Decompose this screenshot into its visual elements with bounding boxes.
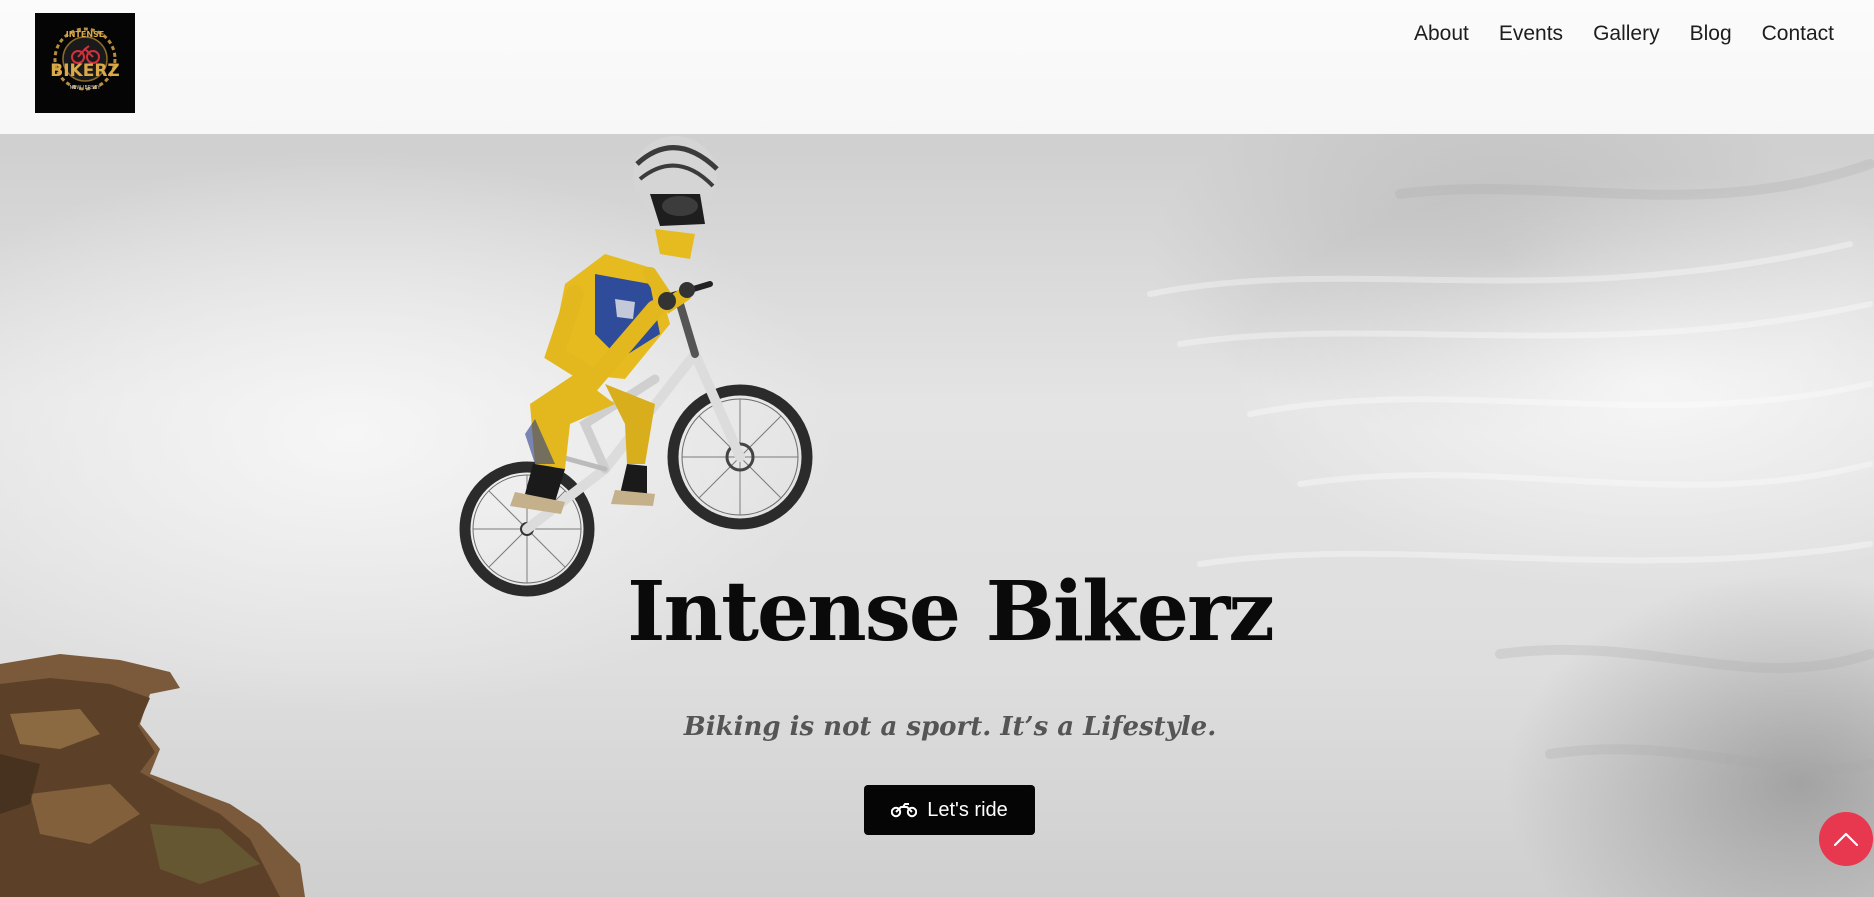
nav-item-blog[interactable]: Blog: [1690, 20, 1732, 48]
page: INTENSE BIKERZ NEW JERSEY About Events G…: [0, 0, 1874, 897]
logo-emblem: INTENSE BIKERZ NEW JERSEY: [50, 27, 120, 91]
logo-text-top: INTENSE: [66, 30, 105, 39]
scroll-to-top-button[interactable]: [1819, 812, 1873, 866]
brand-logo[interactable]: INTENSE BIKERZ NEW JERSEY: [35, 13, 135, 113]
nav-item-about[interactable]: About: [1414, 20, 1469, 48]
hero-tagline: Biking is not a sport. It’s a Lifestyle.: [683, 712, 1217, 742]
lets-ride-button[interactable]: Let's ride: [864, 785, 1035, 835]
logo-text-main: BIKERZ: [50, 61, 120, 81]
hero-title: Intense Bikerz: [627, 564, 1275, 660]
hero-section: Intense Bikerz Biking is not a sport. It…: [0, 134, 1874, 897]
nav-item-events[interactable]: Events: [1499, 20, 1563, 48]
rock-cliff-image: [0, 654, 305, 897]
logo-text-bottom: NEW JERSEY: [70, 85, 102, 91]
motorcycle-icon: [891, 803, 918, 818]
lets-ride-label: Let's ride: [927, 798, 1008, 821]
site-header: INTENSE BIKERZ NEW JERSEY About Events G…: [0, 0, 1874, 134]
helmet: [633, 136, 719, 259]
nav-item-gallery[interactable]: Gallery: [1593, 20, 1660, 48]
mountain-biker-image: [459, 136, 813, 597]
main-nav: About Events Gallery Blog Contact: [1414, 20, 1834, 48]
nav-item-contact[interactable]: Contact: [1762, 20, 1834, 48]
chevron-up-icon: [1833, 832, 1859, 847]
